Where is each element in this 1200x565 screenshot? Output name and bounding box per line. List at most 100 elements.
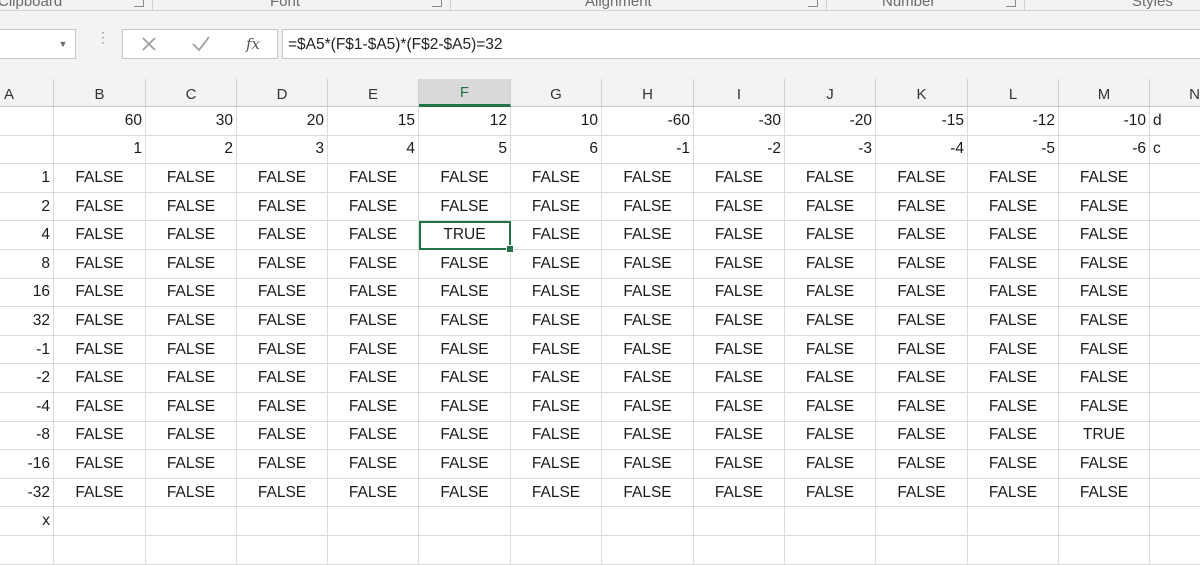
cell-g[interactable] <box>511 507 602 536</box>
cell-g[interactable]: FALSE <box>511 421 602 451</box>
cell-e[interactable]: 4 <box>328 135 419 165</box>
cell-a[interactable]: 8 <box>0 250 54 279</box>
cell-g[interactable]: FALSE <box>511 393 602 422</box>
cell-i[interactable]: FALSE <box>694 335 785 365</box>
cell-b[interactable]: FALSE <box>54 478 146 508</box>
cell-m[interactable]: FALSE <box>1059 364 1150 393</box>
number-launcher-icon[interactable] <box>1006 0 1016 7</box>
cell-f[interactable]: FALSE <box>419 164 511 193</box>
column-header-g[interactable]: G <box>511 79 602 107</box>
cell-n[interactable] <box>1150 250 1200 279</box>
cell-c[interactable]: 2 <box>146 135 237 165</box>
cell-j[interactable]: FALSE <box>785 450 876 479</box>
cell-d[interactable]: FALSE <box>237 478 328 508</box>
cell-e[interactable]: FALSE <box>328 478 419 508</box>
cell-l[interactable]: FALSE <box>968 393 1059 422</box>
cell-i[interactable]: -30 <box>694 107 785 136</box>
cell-k[interactable]: FALSE <box>876 192 968 222</box>
cell-b[interactable]: FALSE <box>54 250 146 279</box>
cell-h[interactable]: -1 <box>602 135 694 165</box>
cell-j[interactable] <box>785 536 876 565</box>
cell-g[interactable] <box>511 536 602 565</box>
cell-i[interactable] <box>694 507 785 536</box>
cell-f[interactable]: FALSE <box>419 250 511 279</box>
cell-l[interactable]: FALSE <box>968 250 1059 279</box>
cell-i[interactable]: FALSE <box>694 364 785 393</box>
cancel-button[interactable] <box>131 30 167 58</box>
insert-function-button[interactable]: fx <box>235 30 271 58</box>
column-header-d[interactable]: D <box>237 79 328 107</box>
column-header-f[interactable]: F <box>419 79 511 107</box>
cell-m[interactable]: FALSE <box>1059 192 1150 222</box>
column-header-k[interactable]: K <box>876 79 968 107</box>
cell-c[interactable] <box>146 507 237 536</box>
cell-g[interactable]: FALSE <box>511 335 602 365</box>
cell-i[interactable]: FALSE <box>694 478 785 508</box>
column-header-l[interactable]: L <box>968 79 1059 107</box>
cell-d[interactable]: FALSE <box>237 278 328 308</box>
clipboard-launcher-icon[interactable] <box>134 0 144 7</box>
cell-n[interactable] <box>1150 422 1200 451</box>
cell-n[interactable] <box>1150 336 1200 365</box>
cell-f[interactable]: FALSE <box>419 364 511 393</box>
cell-e[interactable]: FALSE <box>328 364 419 393</box>
cell-b[interactable]: FALSE <box>54 393 146 422</box>
chevron-down-icon[interactable]: ▼ <box>55 36 71 52</box>
cell-j[interactable]: FALSE <box>785 421 876 451</box>
cell-e[interactable]: FALSE <box>328 278 419 308</box>
cell-b[interactable]: FALSE <box>54 307 146 336</box>
cell-n[interactable] <box>1150 164 1200 193</box>
cell-l[interactable]: FALSE <box>968 364 1059 393</box>
cell-k[interactable]: FALSE <box>876 164 968 193</box>
cell-h[interactable]: FALSE <box>602 421 694 451</box>
formula-input[interactable]: =$A5*(F$1-$A5)*(F$2-$A5)=32 <box>282 29 1200 59</box>
cell-m[interactable]: FALSE <box>1059 307 1150 336</box>
cell-m[interactable]: FALSE <box>1059 221 1150 250</box>
cell-c[interactable]: 30 <box>146 107 237 136</box>
cell-l[interactable]: FALSE <box>968 221 1059 250</box>
cell-l[interactable]: FALSE <box>968 335 1059 365</box>
cell-k[interactable]: FALSE <box>876 421 968 451</box>
cell-n[interactable] <box>1150 364 1200 393</box>
cell-l[interactable]: FALSE <box>968 307 1059 336</box>
cell-f[interactable]: 12 <box>419 107 511 136</box>
cell-h[interactable]: FALSE <box>602 164 694 193</box>
cell-k[interactable]: FALSE <box>876 221 968 250</box>
cell-c[interactable] <box>146 536 237 565</box>
cell-b[interactable]: FALSE <box>54 278 146 308</box>
cell-h[interactable]: FALSE <box>602 307 694 336</box>
cell-n[interactable] <box>1150 479 1200 508</box>
cell-l[interactable]: FALSE <box>968 450 1059 479</box>
cell-c[interactable]: FALSE <box>146 164 237 193</box>
cell-j[interactable] <box>785 507 876 536</box>
cell-d[interactable]: FALSE <box>237 221 328 250</box>
cell-b[interactable] <box>54 507 146 536</box>
cell-c[interactable]: FALSE <box>146 250 237 279</box>
cell-d[interactable]: 3 <box>237 135 328 165</box>
cell-e[interactable] <box>328 507 419 536</box>
cell-i[interactable]: FALSE <box>694 307 785 336</box>
cell-l[interactable] <box>968 536 1059 565</box>
cell-i[interactable]: FALSE <box>694 221 785 250</box>
cell-l[interactable]: FALSE <box>968 192 1059 222</box>
cell-c[interactable]: FALSE <box>146 421 237 451</box>
cell-j[interactable]: FALSE <box>785 278 876 308</box>
name-box[interactable]: ▼ <box>0 29 76 59</box>
cell-g[interactable]: FALSE <box>511 450 602 479</box>
cell-b[interactable]: FALSE <box>54 364 146 393</box>
column-header-c[interactable]: C <box>146 79 237 107</box>
cell-i[interactable]: FALSE <box>694 250 785 279</box>
cell-n[interactable] <box>1150 507 1200 536</box>
cell-c[interactable]: FALSE <box>146 450 237 479</box>
cell-k[interactable] <box>876 536 968 565</box>
cell-k[interactable] <box>876 507 968 536</box>
cell-e[interactable]: FALSE <box>328 393 419 422</box>
cell-b[interactable] <box>54 536 146 565</box>
cell-k[interactable]: FALSE <box>876 278 968 308</box>
cell-f[interactable]: FALSE <box>419 421 511 451</box>
cell-m[interactable] <box>1059 536 1150 565</box>
cell-h[interactable]: FALSE <box>602 478 694 508</box>
cell-i[interactable]: FALSE <box>694 164 785 193</box>
cell-f[interactable]: FALSE <box>419 307 511 336</box>
column-header-e[interactable]: E <box>328 79 419 107</box>
